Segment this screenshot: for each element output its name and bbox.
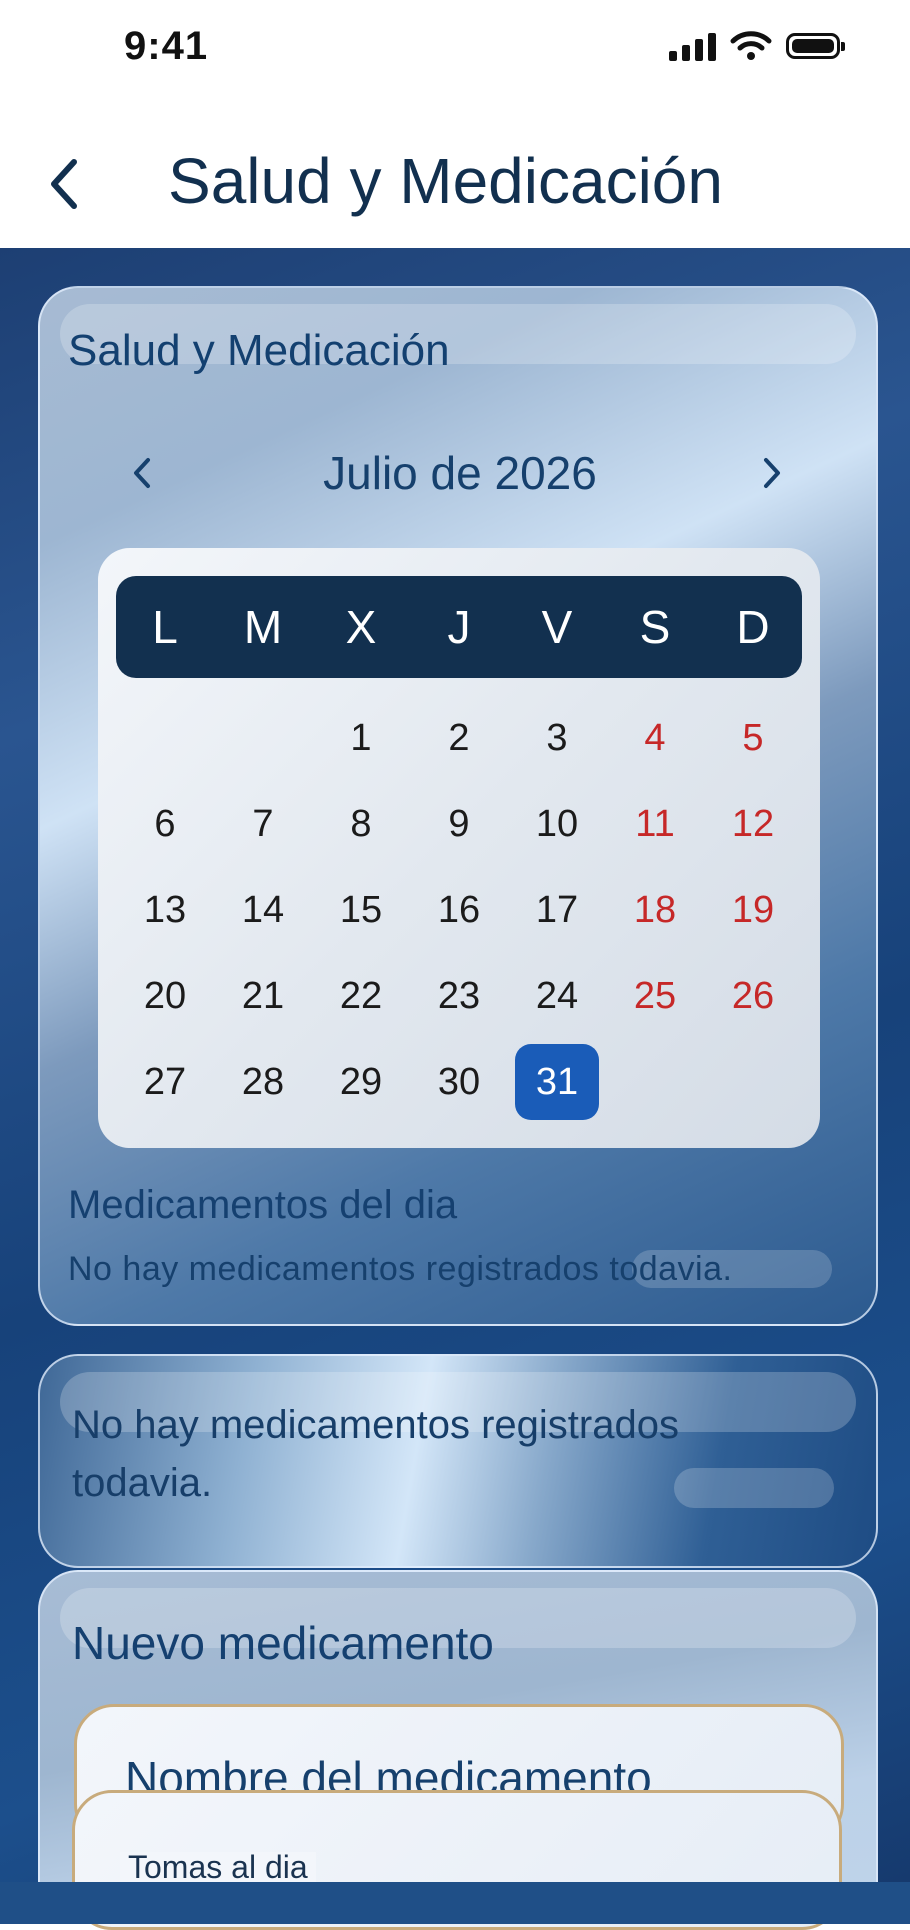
calendar-day[interactable]: 30 <box>417 1044 501 1120</box>
weekday-header: LMXJVSD <box>116 576 802 678</box>
next-month-button[interactable] <box>752 448 792 498</box>
page-title: Salud y Medicación <box>168 145 723 217</box>
weekday-label: J <box>447 601 471 653</box>
calendar-day[interactable]: 4 <box>613 700 697 776</box>
calendar-day[interactable]: 3 <box>515 700 599 776</box>
wifi-icon <box>730 31 772 60</box>
calendar-day[interactable]: 1 <box>319 700 403 776</box>
new-medication-title: Nuevo medicamento <box>72 1617 494 1669</box>
month-navigator: Julio de 2026 <box>40 438 876 508</box>
weekday-label: L <box>152 601 178 653</box>
weekday-label: D <box>736 601 770 653</box>
calendar-day[interactable]: 18 <box>613 872 697 948</box>
health-calendar-card: Salud y Medicación Julio de 2026 L M X J V S D… <box>38 286 878 1326</box>
chevron-right-icon <box>764 458 780 488</box>
calendar-day[interactable]: 23 <box>417 958 501 1034</box>
main-content[interactable]: Salud y Medicación Julio de 2026 L M X J V S D… <box>0 248 910 1882</box>
calendar-day[interactable]: 9 <box>417 786 501 862</box>
weekday-label: X <box>345 601 377 653</box>
calendar-day[interactable]: 13 <box>123 872 207 948</box>
calendar-day[interactable]: 26 <box>711 958 795 1034</box>
chevron-left-icon <box>51 159 77 209</box>
calendar-day[interactable]: 16 <box>417 872 501 948</box>
battery-icon <box>786 33 845 59</box>
calendar-day[interactable]: 2 <box>417 700 501 776</box>
calendar-grid: LMXJVSD 1 2 3 4 5 6 7 8 9 10 11 12 13 14 15 16 17 18 19 20 2… <box>98 548 820 1148</box>
calendar-day-selected[interactable]: 31 <box>515 1044 599 1120</box>
calendar-day[interactable]: 20 <box>123 958 207 1034</box>
weekday-label: M <box>243 601 283 653</box>
calendar-day[interactable]: 21 <box>221 958 305 1034</box>
back-button[interactable] <box>40 154 90 214</box>
calendar-day[interactable]: 24 <box>515 958 599 1034</box>
calendar-day[interactable]: 14 <box>221 872 305 948</box>
bottom-bar <box>0 1882 910 1924</box>
calendar-day[interactable]: 6 <box>123 786 207 862</box>
medications-list-empty-text: No hay medicamentos registrados todavia. <box>72 1403 679 1505</box>
calendar-day[interactable]: 11 <box>613 786 697 862</box>
card-title: Salud y Medicación <box>68 326 450 375</box>
calendar-day[interactable]: 25 <box>613 958 697 1034</box>
weekday-label: S <box>639 601 671 653</box>
calendar-day[interactable]: 10 <box>515 786 599 862</box>
app-header: Salud y Medicación <box>0 100 910 248</box>
calendar-day[interactable]: 15 <box>319 872 403 948</box>
calendar-day[interactable]: 28 <box>221 1044 305 1120</box>
calendar-day[interactable]: 19 <box>711 872 795 948</box>
weekday-label: V <box>541 601 573 653</box>
calendar-day[interactable]: 5 <box>711 700 795 776</box>
medications-of-day-title: Medicamentos del dia <box>68 1183 458 1227</box>
medications-empty-text: No hay medicamentos registrados todavia. <box>68 1250 733 1288</box>
medications-list-card: No hay medicamentos registrados todavia. <box>38 1354 878 1568</box>
calendar-day[interactable]: 27 <box>123 1044 207 1120</box>
calendar-day[interactable]: 22 <box>319 958 403 1034</box>
calendar-day[interactable]: 7 <box>221 786 305 862</box>
status-time: 9:41 <box>124 24 209 68</box>
doses-per-day-label: Tomas al dia <box>120 1851 316 1883</box>
status-bar: 9:41 <box>0 0 910 100</box>
calendar-day[interactable]: 29 <box>319 1044 403 1120</box>
status-icons <box>669 30 845 62</box>
calendar-day[interactable]: 17 <box>515 872 599 948</box>
calendar-day[interactable]: 8 <box>319 786 403 862</box>
cellular-signal-icon <box>669 31 716 61</box>
calendar-day[interactable]: 12 <box>711 786 795 862</box>
